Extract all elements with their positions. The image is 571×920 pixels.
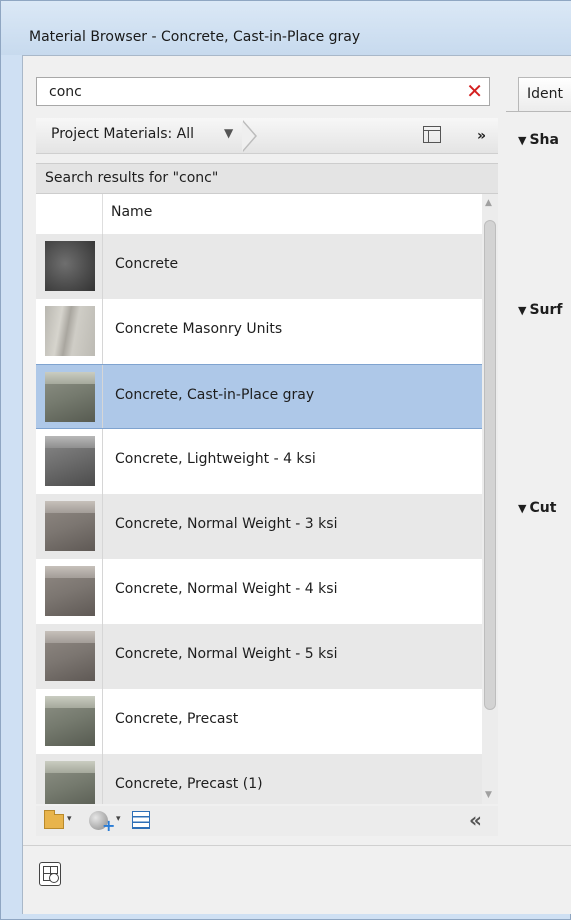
section-shading[interactable]: ▼ Sha: [518, 132, 559, 148]
material-row[interactable]: Concrete, Cast-in-Place gray: [36, 364, 482, 429]
chevron-down-icon: ▼: [224, 126, 234, 140]
triangle-down-icon: ▼: [518, 304, 527, 317]
chevron-down-icon[interactable]: ▾: [116, 814, 121, 836]
material-row[interactable]: Concrete, Normal Weight - 5 ksi: [36, 624, 482, 689]
view-layout-icon[interactable]: [423, 126, 441, 143]
material-browser-window: Material Browser - Concrete, Cast-in-Pla…: [0, 0, 571, 920]
title-bar[interactable]: Material Browser - Concrete, Cast-in-Pla…: [1, 1, 571, 55]
window-title: Material Browser - Concrete, Cast-in-Pla…: [29, 29, 361, 45]
asset-browser-button[interactable]: [39, 862, 61, 886]
scroll-down-icon[interactable]: ▼: [485, 790, 492, 800]
material-name: Concrete, Normal Weight - 4 ksi: [115, 581, 338, 597]
material-swatch-icon: [45, 696, 95, 746]
material-row[interactable]: Concrete, Lightweight - 4 ksi: [36, 429, 482, 494]
search-results-label: Search results for "conc": [45, 170, 219, 186]
material-row[interactable]: Concrete: [36, 234, 482, 299]
client-area: ✕ Project Materials: All ▼ » Search resu…: [22, 55, 571, 914]
row-divider: [102, 365, 103, 428]
material-row[interactable]: Concrete, Normal Weight - 3 ksi: [36, 494, 482, 559]
material-row[interactable]: Concrete, Precast (1): [36, 754, 482, 804]
material-swatch-icon: [45, 761, 95, 804]
row-divider: [102, 624, 103, 689]
search-results-header: Search results for "conc": [36, 163, 498, 194]
breadcrumb-arrow-fill: [242, 121, 255, 151]
row-divider: [102, 754, 103, 804]
scroll-up-icon[interactable]: ▲: [485, 198, 492, 208]
chevron-down-icon[interactable]: ▾: [67, 814, 72, 836]
tab-underline: [506, 111, 571, 112]
library-bar: Project Materials: All ▼ »: [36, 118, 498, 154]
material-swatch-icon: [45, 631, 95, 681]
row-divider: [102, 429, 103, 494]
section-cut-pattern[interactable]: ▼ Cut: [518, 500, 556, 516]
triangle-down-icon: ▼: [518, 502, 527, 515]
scrollbar-thumb[interactable]: [484, 220, 496, 710]
section-surface-pattern[interactable]: ▼ Surf: [518, 302, 563, 318]
search-box[interactable]: ✕: [36, 77, 490, 106]
collapse-panel-icon[interactable]: «: [469, 808, 482, 832]
open-library-folder-icon[interactable]: [44, 810, 64, 829]
material-name: Concrete, Precast (1): [115, 776, 263, 792]
materials-list: Name Concrete Concrete Masonry Units Concr…: [36, 194, 498, 804]
vertical-scrollbar[interactable]: ▲ ▼: [482, 194, 498, 804]
material-name: Concrete, Cast-in-Place gray: [115, 387, 315, 403]
material-swatch-icon: [45, 372, 95, 422]
material-name: Concrete, Lightweight - 4 ksi: [115, 451, 316, 467]
material-swatch-icon: [45, 241, 95, 291]
library-toolbar: ▾ + ▾ «: [36, 806, 498, 836]
list-view-icon[interactable]: [132, 811, 150, 829]
row-divider: [102, 494, 103, 559]
material-name: Concrete: [115, 256, 179, 272]
material-name: Concrete Masonry Units: [115, 321, 283, 337]
column-divider: [102, 194, 103, 234]
library-selector-label: Project Materials: All: [51, 126, 195, 142]
bottom-divider: [23, 845, 571, 846]
triangle-down-icon: ▼: [518, 134, 527, 147]
row-divider: [102, 234, 103, 299]
material-editor-panel: Ident ▼ Sha ▼ Surf ▼ Cut: [506, 56, 571, 846]
add-plus-icon: +: [102, 816, 116, 835]
material-swatch-icon: [45, 566, 95, 616]
asset-circle: [49, 873, 59, 883]
column-header[interactable]: Name: [36, 194, 482, 234]
row-divider: [102, 559, 103, 624]
library-selector[interactable]: Project Materials: All ▼: [36, 118, 266, 153]
tab-identity[interactable]: Ident: [518, 77, 571, 111]
material-swatch-icon: [45, 306, 95, 356]
material-row[interactable]: Concrete Masonry Units: [36, 299, 482, 364]
material-swatch-icon: [45, 501, 95, 551]
material-swatch-icon: [45, 436, 95, 486]
tab-identity-label: Ident: [527, 86, 563, 102]
search-input[interactable]: [37, 78, 469, 105]
more-options-icon[interactable]: »: [477, 128, 486, 144]
material-row[interactable]: Concrete, Precast: [36, 689, 482, 754]
row-divider: [102, 299, 103, 364]
clear-search-icon[interactable]: ✕: [466, 80, 483, 102]
material-name: Concrete, Normal Weight - 3 ksi: [115, 516, 338, 532]
section-shading-label: Sha: [529, 132, 559, 148]
row-divider: [102, 689, 103, 754]
material-row[interactable]: Concrete, Normal Weight - 4 ksi: [36, 559, 482, 624]
material-name: Concrete, Normal Weight - 5 ksi: [115, 646, 338, 662]
material-name: Concrete, Precast: [115, 711, 239, 727]
column-header-name: Name: [111, 204, 153, 220]
section-cut-label: Cut: [529, 500, 557, 516]
section-surface-label: Surf: [529, 302, 563, 318]
